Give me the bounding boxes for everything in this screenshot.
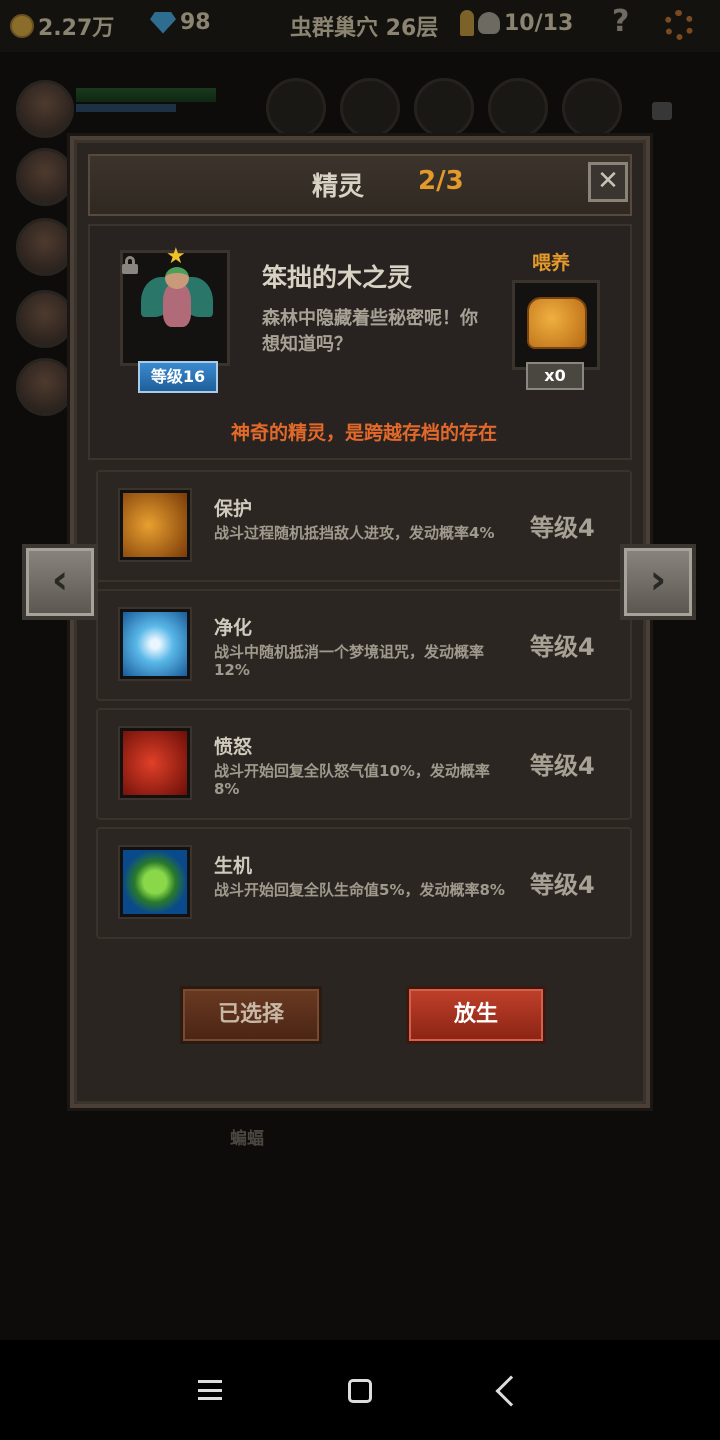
feed-item-count: x0 — [526, 362, 584, 390]
skill-row: 愤怒 战斗开始回复全队怒气值10%，发动概率8% 等级4 — [96, 708, 632, 820]
skill-row: 净化 战斗中随机抵消一个梦境诅咒，发动概率12% 等级4 — [96, 589, 632, 701]
leaf-icon — [120, 847, 190, 917]
gold-value: 2.27万 — [38, 16, 115, 41]
home-icon[interactable] — [348, 1379, 372, 1403]
hero-portrait[interactable] — [16, 290, 74, 348]
skill-level: 等级4 — [530, 514, 595, 542]
blue-flower-icon — [120, 609, 190, 679]
item-slot[interactable] — [414, 78, 474, 138]
key-skull-counter: 10/13 — [460, 10, 573, 36]
item-slot[interactable] — [340, 78, 400, 138]
feed-button[interactable] — [512, 280, 600, 370]
next-sprite-button[interactable]: › — [620, 544, 696, 620]
gold-coin-icon — [10, 14, 34, 38]
previous-sprite-button[interactable]: ‹ — [22, 544, 98, 620]
lock-icon — [652, 102, 672, 120]
help-button[interactable]: ? — [612, 4, 629, 39]
skill-description: 战斗开始回复全队怒气值10%，发动概率8% — [214, 762, 490, 798]
sprite-dialog: 精灵 2/3 ✕ ★ 等级16 笨拙的木之灵 森林中隐藏着些秘密呢！你想知道吗？… — [70, 136, 650, 1108]
bread-icon — [527, 297, 587, 349]
skill-name: 生机 — [214, 855, 253, 877]
key-skull-value: 10/13 — [504, 10, 574, 36]
skill-level: 等级4 — [530, 871, 595, 899]
chevron-left-icon: ‹ — [51, 557, 69, 603]
hero-hp-bar — [76, 88, 216, 102]
diamond-icon — [150, 11, 176, 34]
release-button[interactable]: 放生 — [406, 986, 546, 1044]
hero-mp-bar — [76, 104, 176, 112]
dungeon-location: 虫群巢穴 26层 — [290, 10, 438, 42]
wood-spirit-sprite-image — [141, 267, 213, 343]
hero-portrait[interactable] — [16, 148, 74, 206]
skull-icon — [478, 12, 500, 34]
settings-button[interactable] — [664, 10, 694, 40]
close-icon: ✕ — [597, 166, 619, 196]
system-navigation-bar — [0, 1340, 720, 1440]
skill-level: 等级4 — [530, 633, 595, 661]
skill-name: 净化 — [214, 617, 253, 639]
skill-description: 战斗过程随机抵挡敌人进攻，发动概率4% — [214, 524, 495, 542]
background-unit-label: 蝙蝠 — [230, 1129, 264, 1149]
skill-name: 愤怒 — [214, 736, 253, 758]
star-icon: ★ — [166, 244, 186, 269]
sprite-tagline: 神奇的精灵，是跨越存档的存在 — [230, 422, 497, 444]
chevron-right-icon: › — [649, 557, 667, 603]
lock-icon[interactable] — [122, 256, 138, 274]
sprite-name: 笨拙的木之灵 — [262, 263, 413, 292]
gem-value: 98 — [180, 10, 211, 35]
skill-description: 战斗中随机抵消一个梦境诅咒，发动概率12% — [214, 643, 485, 679]
hero-portrait[interactable] — [16, 80, 74, 138]
item-slot[interactable] — [562, 78, 622, 138]
selected-button[interactable]: 已选择 — [180, 986, 322, 1044]
item-slot[interactable] — [488, 78, 548, 138]
menu-icon[interactable] — [198, 1380, 222, 1400]
skill-row: 生机 战斗开始回复全队生命值5%，发动概率8% 等级4 — [96, 827, 632, 939]
skill-name: 保护 — [214, 498, 253, 520]
hero-portrait[interactable] — [16, 358, 74, 416]
close-button[interactable]: ✕ — [588, 162, 628, 202]
sprite-count: 2/3 — [418, 166, 464, 196]
skill-description: 战斗开始回复全队生命值5%，发动概率8% — [214, 881, 505, 899]
roaring-beast-icon — [120, 728, 190, 798]
key-icon — [460, 10, 474, 36]
back-icon[interactable] — [495, 1375, 527, 1407]
feed-label: 喂养 — [532, 252, 571, 274]
sprite-level-badge: 等级16 — [138, 361, 218, 393]
question-mark-icon: ? — [612, 4, 630, 39]
gold-counter: 2.27万 — [10, 10, 114, 42]
sprite-description: 森林中隐藏着些秘密呢！你想知道吗？ — [262, 308, 478, 355]
gear-icon — [664, 10, 694, 40]
shield-fairy-icon — [120, 490, 190, 560]
skill-row: 保护 战斗过程随机抵挡敌人进攻，发动概率4% 等级4 — [96, 470, 632, 582]
location-text: 虫群巢穴 26层 — [290, 16, 439, 41]
skill-level: 等级4 — [530, 752, 595, 780]
item-slot[interactable] — [266, 78, 326, 138]
hero-portrait[interactable] — [16, 218, 74, 276]
gem-counter: 98 — [150, 10, 211, 35]
dialog-title: 精灵 — [312, 172, 365, 202]
